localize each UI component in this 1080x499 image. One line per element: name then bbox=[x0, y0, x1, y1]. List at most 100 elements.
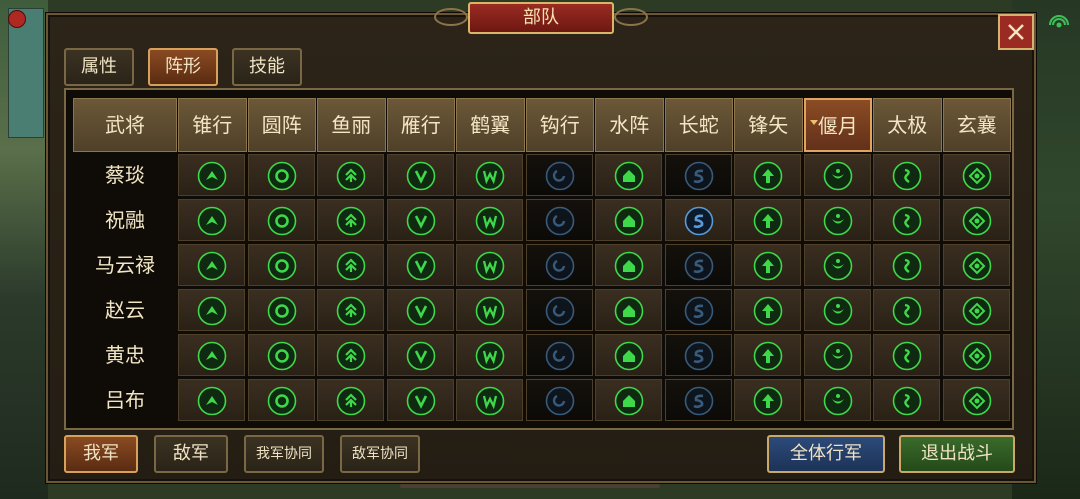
formation-cell[interactable] bbox=[803, 334, 871, 376]
formation-cell[interactable] bbox=[525, 244, 593, 286]
enemy-coop-button[interactable]: 敌军协同 bbox=[340, 435, 420, 473]
formation-header[interactable]: 玄襄 bbox=[942, 98, 1011, 152]
our-coop-button[interactable]: 我军协同 bbox=[244, 435, 324, 473]
formation-header[interactable]: 长蛇 bbox=[664, 98, 733, 152]
formation-cell[interactable] bbox=[386, 289, 454, 331]
enemy-army-button[interactable]: 敌军 bbox=[154, 435, 228, 473]
general-name[interactable]: 黄忠 bbox=[73, 334, 177, 376]
general-name[interactable]: 马云禄 bbox=[73, 244, 177, 286]
formation-cell[interactable] bbox=[734, 154, 801, 196]
formation-cell[interactable] bbox=[873, 334, 940, 376]
formation-cell[interactable] bbox=[803, 199, 871, 241]
tab-attributes[interactable]: 属性 bbox=[64, 48, 134, 86]
formation-cell[interactable] bbox=[734, 379, 801, 421]
formation-cell[interactable] bbox=[873, 289, 940, 331]
formation-cell[interactable] bbox=[247, 379, 315, 421]
general-name[interactable]: 祝融 bbox=[73, 199, 177, 241]
formation-cell[interactable] bbox=[456, 334, 523, 376]
formation-cell[interactable] bbox=[942, 289, 1010, 331]
formation-cell[interactable] bbox=[456, 199, 523, 241]
formation-cell[interactable] bbox=[803, 154, 871, 196]
formation-cell[interactable] bbox=[317, 289, 384, 331]
formation-cell[interactable] bbox=[664, 154, 732, 196]
formation-cell[interactable] bbox=[734, 289, 801, 331]
formation-cell[interactable] bbox=[803, 379, 871, 421]
formation-header[interactable]: 鹤翼 bbox=[456, 98, 525, 152]
formation-cell[interactable] bbox=[178, 154, 245, 196]
formation-cell[interactable] bbox=[595, 199, 662, 241]
formation-cell[interactable] bbox=[525, 199, 593, 241]
general-name[interactable]: 吕布 bbox=[73, 379, 177, 421]
formation-cell[interactable] bbox=[595, 289, 662, 331]
formation-cell[interactable] bbox=[247, 289, 315, 331]
formation-cell[interactable] bbox=[942, 154, 1010, 196]
formation-cell[interactable] bbox=[386, 334, 454, 376]
general-name[interactable]: 赵云 bbox=[73, 289, 177, 331]
formation-cell[interactable] bbox=[456, 379, 523, 421]
formation-cell[interactable] bbox=[178, 289, 245, 331]
formation-header[interactable]: 太极 bbox=[873, 98, 942, 152]
formation-cell[interactable] bbox=[595, 244, 662, 286]
close-button[interactable] bbox=[998, 14, 1034, 50]
formation-cell[interactable] bbox=[247, 154, 315, 196]
formation-header[interactable]: 水阵 bbox=[595, 98, 664, 152]
formation-cell[interactable] bbox=[317, 244, 384, 286]
alert-icon[interactable] bbox=[8, 10, 26, 28]
formation-cell[interactable] bbox=[456, 289, 523, 331]
formation-header[interactable]: 锥行 bbox=[178, 98, 247, 152]
formation-cell[interactable] bbox=[525, 154, 593, 196]
formation-cell[interactable] bbox=[178, 244, 245, 286]
formation-cell[interactable] bbox=[664, 244, 732, 286]
formation-cell[interactable] bbox=[734, 244, 801, 286]
formation-cell[interactable] bbox=[734, 199, 801, 241]
formation-cell[interactable] bbox=[525, 289, 593, 331]
formation-cell[interactable] bbox=[178, 334, 245, 376]
formation-header[interactable]: 偃月 bbox=[803, 98, 872, 152]
formation-cell[interactable] bbox=[664, 199, 732, 241]
formation-cell[interactable] bbox=[873, 379, 940, 421]
formation-cell[interactable] bbox=[456, 154, 523, 196]
formation-cell[interactable] bbox=[942, 334, 1010, 376]
formation-cell[interactable] bbox=[178, 379, 245, 421]
formation-cell[interactable] bbox=[386, 379, 454, 421]
formation-header[interactable]: 锋矢 bbox=[734, 98, 803, 152]
formation-cell[interactable] bbox=[942, 379, 1010, 421]
formation-cell[interactable] bbox=[386, 154, 454, 196]
formation-cell[interactable] bbox=[525, 379, 593, 421]
formation-header[interactable]: 圆阵 bbox=[247, 98, 316, 152]
formation-cell[interactable] bbox=[664, 379, 732, 421]
formation-cell[interactable] bbox=[178, 199, 245, 241]
formation-cell[interactable] bbox=[317, 379, 384, 421]
formation-cell[interactable] bbox=[734, 334, 801, 376]
formation-cell[interactable] bbox=[317, 334, 384, 376]
tab-formation[interactable]: 阵形 bbox=[148, 48, 218, 86]
formation-cell[interactable] bbox=[873, 154, 940, 196]
scrollbar[interactable] bbox=[400, 484, 660, 488]
our-army-button[interactable]: 我军 bbox=[64, 435, 138, 473]
formation-header[interactable]: 钩行 bbox=[525, 98, 594, 152]
formation-cell[interactable] bbox=[525, 334, 593, 376]
formation-cell[interactable] bbox=[595, 334, 662, 376]
formation-cell[interactable] bbox=[247, 199, 315, 241]
formation-cell[interactable] bbox=[942, 244, 1010, 286]
formation-cell[interactable] bbox=[873, 199, 940, 241]
formation-cell[interactable] bbox=[803, 244, 871, 286]
all-march-button[interactable]: 全体行军 bbox=[767, 435, 885, 473]
formation-cell[interactable] bbox=[317, 199, 384, 241]
formation-cell[interactable] bbox=[664, 289, 732, 331]
formation-cell[interactable] bbox=[595, 154, 662, 196]
formation-cell[interactable] bbox=[595, 379, 662, 421]
formation-cell[interactable] bbox=[873, 244, 940, 286]
formation-cell[interactable] bbox=[386, 199, 454, 241]
formation-cell[interactable] bbox=[942, 199, 1010, 241]
formation-cell[interactable] bbox=[803, 289, 871, 331]
exit-battle-button[interactable]: 退出战斗 bbox=[899, 435, 1015, 473]
formation-cell[interactable] bbox=[664, 334, 732, 376]
formation-cell[interactable] bbox=[456, 244, 523, 286]
general-name[interactable]: 蔡琰 bbox=[73, 154, 177, 196]
formation-cell[interactable] bbox=[247, 244, 315, 286]
formation-cell[interactable] bbox=[247, 334, 315, 376]
formation-header[interactable]: 鱼丽 bbox=[317, 98, 386, 152]
formation-header[interactable]: 雁行 bbox=[386, 98, 455, 152]
formation-cell[interactable] bbox=[386, 244, 454, 286]
